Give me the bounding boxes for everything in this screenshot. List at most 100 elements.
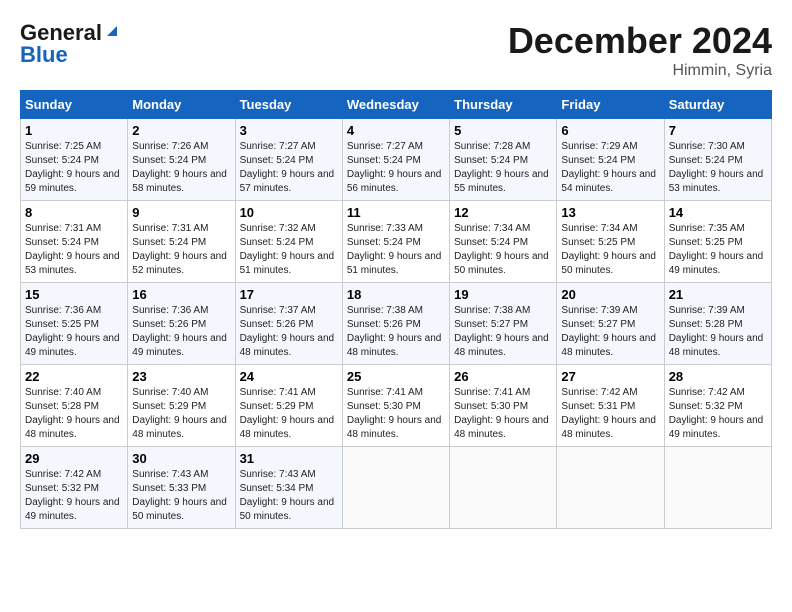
day-number: 18 xyxy=(347,287,445,302)
day-info: Sunrise: 7:28 AMSunset: 5:24 PMDaylight:… xyxy=(454,141,549,194)
calendar-table: SundayMondayTuesdayWednesdayThursdayFrid… xyxy=(20,90,772,529)
calendar-week-row: 15 Sunrise: 7:36 AMSunset: 5:25 PMDaylig… xyxy=(21,283,772,365)
calendar-cell: 13 Sunrise: 7:34 AMSunset: 5:25 PMDaylig… xyxy=(557,201,664,283)
day-info: Sunrise: 7:32 AMSunset: 5:24 PMDaylight:… xyxy=(240,223,335,276)
day-info: Sunrise: 7:42 AMSunset: 5:32 PMDaylight:… xyxy=(25,469,120,522)
day-info: Sunrise: 7:42 AMSunset: 5:31 PMDaylight:… xyxy=(561,387,656,440)
day-number: 17 xyxy=(240,287,338,302)
day-info: Sunrise: 7:36 AMSunset: 5:25 PMDaylight:… xyxy=(25,305,120,358)
day-info: Sunrise: 7:41 AMSunset: 5:29 PMDaylight:… xyxy=(240,387,335,440)
day-info: Sunrise: 7:43 AMSunset: 5:33 PMDaylight:… xyxy=(132,469,227,522)
page-header: General Blue December 2024 Himmin, Syria xyxy=(20,20,772,80)
day-info: Sunrise: 7:40 AMSunset: 5:29 PMDaylight:… xyxy=(132,387,227,440)
day-number: 12 xyxy=(454,205,552,220)
calendar-cell: 9 Sunrise: 7:31 AMSunset: 5:24 PMDayligh… xyxy=(128,201,235,283)
calendar-week-row: 1 Sunrise: 7:25 AMSunset: 5:24 PMDayligh… xyxy=(21,119,772,201)
day-number: 25 xyxy=(347,369,445,384)
calendar-cell: 25 Sunrise: 7:41 AMSunset: 5:30 PMDaylig… xyxy=(342,365,449,447)
calendar-cell: 10 Sunrise: 7:32 AMSunset: 5:24 PMDaylig… xyxy=(235,201,342,283)
day-number: 22 xyxy=(25,369,123,384)
calendar-cell: 22 Sunrise: 7:40 AMSunset: 5:28 PMDaylig… xyxy=(21,365,128,447)
day-number: 31 xyxy=(240,451,338,466)
day-number: 11 xyxy=(347,205,445,220)
day-info: Sunrise: 7:35 AMSunset: 5:25 PMDaylight:… xyxy=(669,223,764,276)
day-number: 5 xyxy=(454,123,552,138)
day-info: Sunrise: 7:31 AMSunset: 5:24 PMDaylight:… xyxy=(132,223,227,276)
day-info: Sunrise: 7:25 AMSunset: 5:24 PMDaylight:… xyxy=(25,141,120,194)
day-number: 6 xyxy=(561,123,659,138)
calendar-cell: 26 Sunrise: 7:41 AMSunset: 5:30 PMDaylig… xyxy=(450,365,557,447)
day-info: Sunrise: 7:30 AMSunset: 5:24 PMDaylight:… xyxy=(669,141,764,194)
day-number: 10 xyxy=(240,205,338,220)
logo: General Blue xyxy=(20,20,121,68)
day-info: Sunrise: 7:31 AMSunset: 5:24 PMDaylight:… xyxy=(25,223,120,276)
day-number: 30 xyxy=(132,451,230,466)
day-info: Sunrise: 7:41 AMSunset: 5:30 PMDaylight:… xyxy=(454,387,549,440)
calendar-cell: 4 Sunrise: 7:27 AMSunset: 5:24 PMDayligh… xyxy=(342,119,449,201)
day-info: Sunrise: 7:27 AMSunset: 5:24 PMDaylight:… xyxy=(240,141,335,194)
weekday-header: Friday xyxy=(557,91,664,119)
day-number: 1 xyxy=(25,123,123,138)
day-number: 13 xyxy=(561,205,659,220)
day-info: Sunrise: 7:40 AMSunset: 5:28 PMDaylight:… xyxy=(25,387,120,440)
day-number: 20 xyxy=(561,287,659,302)
weekday-header: Tuesday xyxy=(235,91,342,119)
day-info: Sunrise: 7:26 AMSunset: 5:24 PMDaylight:… xyxy=(132,141,227,194)
day-info: Sunrise: 7:38 AMSunset: 5:27 PMDaylight:… xyxy=(454,305,549,358)
day-info: Sunrise: 7:34 AMSunset: 5:24 PMDaylight:… xyxy=(454,223,549,276)
day-number: 21 xyxy=(669,287,767,302)
calendar-cell: 1 Sunrise: 7:25 AMSunset: 5:24 PMDayligh… xyxy=(21,119,128,201)
calendar-cell xyxy=(664,447,771,529)
weekday-header: Saturday xyxy=(664,91,771,119)
calendar-cell: 28 Sunrise: 7:42 AMSunset: 5:32 PMDaylig… xyxy=(664,365,771,447)
calendar-cell xyxy=(450,447,557,529)
logo-blue: Blue xyxy=(20,42,68,68)
day-number: 28 xyxy=(669,369,767,384)
day-info: Sunrise: 7:34 AMSunset: 5:25 PMDaylight:… xyxy=(561,223,656,276)
calendar-cell: 3 Sunrise: 7:27 AMSunset: 5:24 PMDayligh… xyxy=(235,119,342,201)
day-info: Sunrise: 7:39 AMSunset: 5:28 PMDaylight:… xyxy=(669,305,764,358)
calendar-cell: 17 Sunrise: 7:37 AMSunset: 5:26 PMDaylig… xyxy=(235,283,342,365)
calendar-cell: 18 Sunrise: 7:38 AMSunset: 5:26 PMDaylig… xyxy=(342,283,449,365)
weekday-header: Monday xyxy=(128,91,235,119)
title-block: December 2024 Himmin, Syria xyxy=(508,20,772,80)
weekday-header: Thursday xyxy=(450,91,557,119)
day-number: 27 xyxy=(561,369,659,384)
calendar-cell: 24 Sunrise: 7:41 AMSunset: 5:29 PMDaylig… xyxy=(235,365,342,447)
calendar-week-row: 29 Sunrise: 7:42 AMSunset: 5:32 PMDaylig… xyxy=(21,447,772,529)
calendar-cell: 29 Sunrise: 7:42 AMSunset: 5:32 PMDaylig… xyxy=(21,447,128,529)
day-number: 3 xyxy=(240,123,338,138)
day-number: 8 xyxy=(25,205,123,220)
day-number: 29 xyxy=(25,451,123,466)
day-info: Sunrise: 7:37 AMSunset: 5:26 PMDaylight:… xyxy=(240,305,335,358)
day-number: 9 xyxy=(132,205,230,220)
day-number: 26 xyxy=(454,369,552,384)
day-info: Sunrise: 7:33 AMSunset: 5:24 PMDaylight:… xyxy=(347,223,442,276)
day-info: Sunrise: 7:39 AMSunset: 5:27 PMDaylight:… xyxy=(561,305,656,358)
calendar-cell: 5 Sunrise: 7:28 AMSunset: 5:24 PMDayligh… xyxy=(450,119,557,201)
calendar-cell: 23 Sunrise: 7:40 AMSunset: 5:29 PMDaylig… xyxy=(128,365,235,447)
calendar-week-row: 22 Sunrise: 7:40 AMSunset: 5:28 PMDaylig… xyxy=(21,365,772,447)
calendar-cell: 14 Sunrise: 7:35 AMSunset: 5:25 PMDaylig… xyxy=(664,201,771,283)
calendar-cell: 21 Sunrise: 7:39 AMSunset: 5:28 PMDaylig… xyxy=(664,283,771,365)
calendar-cell: 12 Sunrise: 7:34 AMSunset: 5:24 PMDaylig… xyxy=(450,201,557,283)
day-number: 7 xyxy=(669,123,767,138)
weekday-header: Sunday xyxy=(21,91,128,119)
logo-icon xyxy=(103,22,121,40)
calendar-cell: 30 Sunrise: 7:43 AMSunset: 5:33 PMDaylig… xyxy=(128,447,235,529)
day-info: Sunrise: 7:27 AMSunset: 5:24 PMDaylight:… xyxy=(347,141,442,194)
calendar-cell: 7 Sunrise: 7:30 AMSunset: 5:24 PMDayligh… xyxy=(664,119,771,201)
day-number: 14 xyxy=(669,205,767,220)
day-number: 15 xyxy=(25,287,123,302)
month-title: December 2024 xyxy=(508,20,772,62)
calendar-cell: 16 Sunrise: 7:36 AMSunset: 5:26 PMDaylig… xyxy=(128,283,235,365)
calendar-cell: 20 Sunrise: 7:39 AMSunset: 5:27 PMDaylig… xyxy=(557,283,664,365)
day-number: 2 xyxy=(132,123,230,138)
calendar-week-row: 8 Sunrise: 7:31 AMSunset: 5:24 PMDayligh… xyxy=(21,201,772,283)
calendar-cell: 11 Sunrise: 7:33 AMSunset: 5:24 PMDaylig… xyxy=(342,201,449,283)
day-info: Sunrise: 7:36 AMSunset: 5:26 PMDaylight:… xyxy=(132,305,227,358)
calendar-cell: 15 Sunrise: 7:36 AMSunset: 5:25 PMDaylig… xyxy=(21,283,128,365)
day-number: 16 xyxy=(132,287,230,302)
day-info: Sunrise: 7:42 AMSunset: 5:32 PMDaylight:… xyxy=(669,387,764,440)
calendar-header-row: SundayMondayTuesdayWednesdayThursdayFrid… xyxy=(21,91,772,119)
